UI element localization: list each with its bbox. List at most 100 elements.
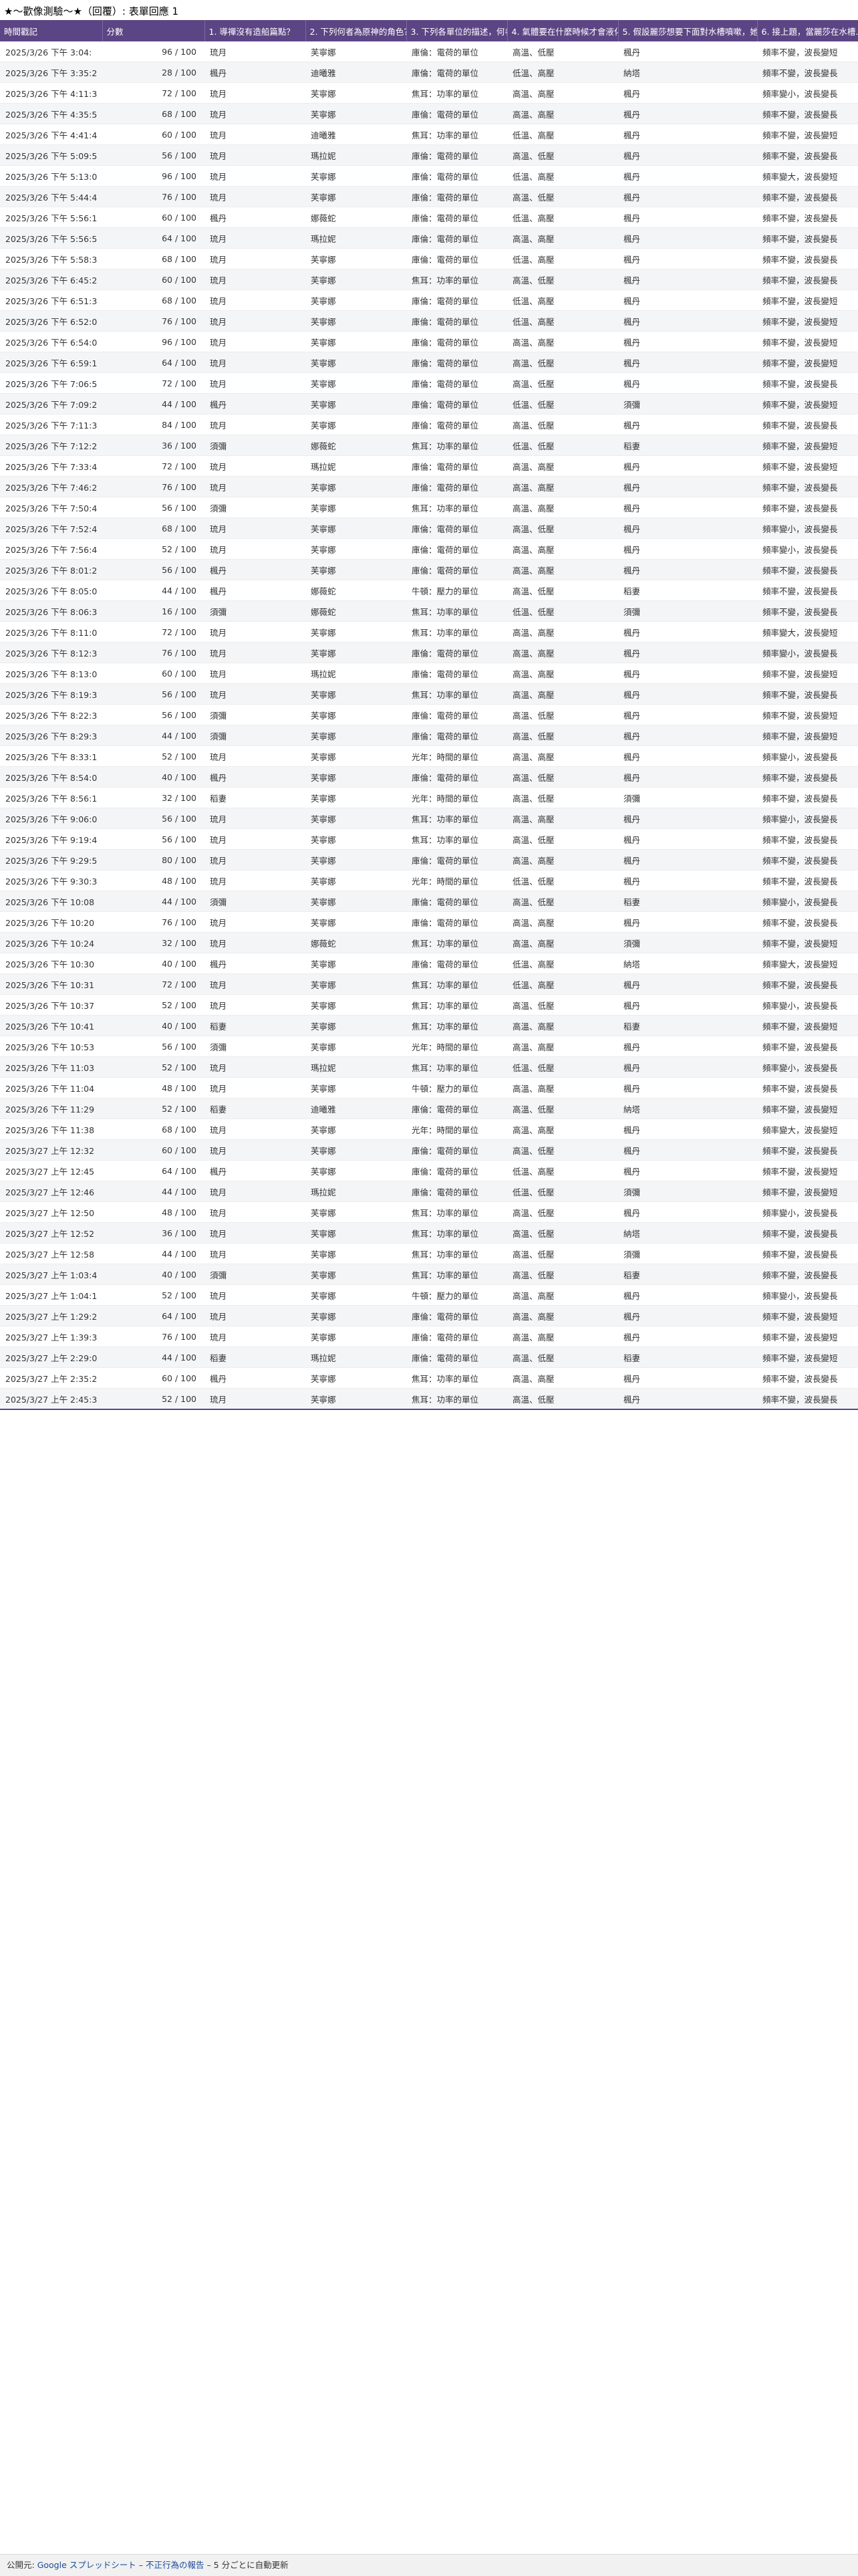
cell-q3: 庫倫：電荷的單位 xyxy=(406,207,507,228)
cell-q2: 芙寧娜 xyxy=(305,1326,406,1347)
cell-timestamp: 2025/3/26 下午 6:54:0 xyxy=(0,331,102,352)
cell-q4: 高溫、低壓 xyxy=(507,269,618,290)
cell-q4: 高溫、高壓 xyxy=(507,1077,618,1098)
cell-q2: 芙寧娜 xyxy=(305,414,406,435)
cell-q5: 楓丹 xyxy=(618,165,757,187)
cell-q5: 楓丹 xyxy=(618,455,757,477)
column-header-timestamp: 時間戳記 xyxy=(0,20,103,41)
cell-q1: 須彌 xyxy=(204,1036,305,1057)
cell-q5: 楓丹 xyxy=(618,414,757,435)
cell-q1: 須彌 xyxy=(204,1264,305,1285)
cell-q2: 芙寧娜 xyxy=(305,1264,406,1285)
table-row: 2025/3/26 下午 7:46:2 76 / 100 琉月 芙寧娜 庫倫：電荷的單位… xyxy=(0,476,858,497)
cell-timestamp: 2025/3/26 下午 3:04: xyxy=(0,41,102,62)
cell-timestamp: 2025/3/26 下午 8:13:0 xyxy=(0,663,102,684)
cell-q4: 高溫、低壓 xyxy=(507,1201,618,1223)
table-row: 2025/3/26 下午 8:33:1 52 / 100 琉月 芙寧娜 光年：時間的單位… xyxy=(0,745,858,767)
cell-timestamp: 2025/3/26 下午 5:09:5 xyxy=(0,144,102,166)
cell-q2: 芙寧娜 xyxy=(305,808,406,829)
cell-score: 76 / 100 xyxy=(102,642,204,663)
cell-q2: 芙寧娜 xyxy=(305,497,406,518)
cell-q1: 琉月 xyxy=(204,1181,305,1202)
cell-timestamp: 2025/3/26 下午 10:30 xyxy=(0,953,102,974)
cell-q3: 焦耳：功率的單位 xyxy=(406,435,507,456)
cell-q1: 琉月 xyxy=(204,144,305,166)
cell-score: 68 / 100 xyxy=(102,1119,204,1140)
cell-timestamp: 2025/3/26 下午 3:35:2 xyxy=(0,62,102,83)
cell-q6: 頻率變大，波長變短 xyxy=(757,621,858,642)
cell-q3: 焦耳：功率的單位 xyxy=(406,1056,507,1078)
cell-q2: 芙寧娜 xyxy=(305,393,406,415)
cell-timestamp: 2025/3/26 下午 7:33:4 xyxy=(0,455,102,477)
table-row: 2025/3/26 下午 5:09:5 56 / 100 琉月 瑪拉妮 庫倫：電荷的單位… xyxy=(0,144,858,166)
cell-q2: 芙寧娜 xyxy=(305,1284,406,1306)
cell-q2: 芙寧娜 xyxy=(305,849,406,870)
cell-timestamp: 2025/3/27 上午 2:45:3 xyxy=(0,1388,102,1410)
cell-q5: 楓丹 xyxy=(618,476,757,497)
cell-q6: 頻率變小，波長變長 xyxy=(757,1284,858,1306)
cell-q5: 納塔 xyxy=(618,1098,757,1119)
cell-timestamp: 2025/3/26 下午 7:52:4 xyxy=(0,517,102,539)
cell-q1: 琉月 xyxy=(204,1326,305,1347)
cell-timestamp: 2025/3/26 下午 8:06:3 xyxy=(0,600,102,622)
cell-q3: 庫倫：電荷的單位 xyxy=(406,1346,507,1368)
cell-timestamp: 2025/3/26 下午 11:29 xyxy=(0,1098,102,1119)
cell-q2: 芙寧娜 xyxy=(305,911,406,933)
cell-q2: 芙寧娜 xyxy=(305,1015,406,1036)
cell-q3: 焦耳：功率的單位 xyxy=(406,82,507,104)
cell-q2: 芙寧娜 xyxy=(305,1367,406,1389)
report-abuse-link[interactable]: 不正行為の報告 xyxy=(146,2560,204,2570)
cell-q6: 頻率不變，波長變長 xyxy=(757,1077,858,1098)
cell-q5: 楓丹 xyxy=(618,331,757,352)
cell-q4: 高溫、高壓 xyxy=(507,1305,618,1326)
footer-separator: – xyxy=(136,2560,146,2570)
cell-q5: 楓丹 xyxy=(618,1077,757,1098)
cell-timestamp: 2025/3/26 下午 7:50:4 xyxy=(0,497,102,518)
cell-score: 76 / 100 xyxy=(102,310,204,332)
cell-timestamp: 2025/3/26 下午 8:01:2 xyxy=(0,559,102,580)
cell-q5: 楓丹 xyxy=(618,704,757,725)
cell-q3: 庫倫：電荷的單位 xyxy=(406,953,507,974)
cell-timestamp: 2025/3/26 下午 6:52:0 xyxy=(0,310,102,332)
cell-q4: 低溫、低壓 xyxy=(507,393,618,415)
cell-q5: 楓丹 xyxy=(618,310,757,332)
cell-q4: 高溫、低壓 xyxy=(507,787,618,808)
cell-q2: 芙寧娜 xyxy=(305,269,406,290)
cell-q1: 楓丹 xyxy=(204,393,305,415)
cell-q6: 頻率變小，波長變長 xyxy=(757,82,858,104)
table-row: 2025/3/26 下午 7:50:4 56 / 100 須彌 芙寧娜 焦耳：功率的單位… xyxy=(0,497,858,518)
table-row: 2025/3/26 下午 8:13:0 60 / 100 琉月 瑪拉妮 庫倫：電荷的單位… xyxy=(0,663,858,684)
cell-q4: 高溫、高壓 xyxy=(507,1036,618,1057)
cell-q1: 琉月 xyxy=(204,476,305,497)
cell-q4: 低溫、低壓 xyxy=(507,1056,618,1078)
cell-q6: 頻率不變，波長變短 xyxy=(757,1098,858,1119)
cell-q4: 高溫、低壓 xyxy=(507,1264,618,1285)
cell-q2: 芙寧娜 xyxy=(305,248,406,269)
cell-timestamp: 2025/3/26 下午 9:06:0 xyxy=(0,808,102,829)
cell-score: 44 / 100 xyxy=(102,580,204,601)
cell-q3: 焦耳：功率的單位 xyxy=(406,973,507,995)
cell-q2: 瑪拉妮 xyxy=(305,227,406,249)
cell-q6: 頻率不變，波長變長 xyxy=(757,787,858,808)
cell-q3: 庫倫：電荷的單位 xyxy=(406,455,507,477)
cell-q4: 高溫、高壓 xyxy=(507,1367,618,1389)
google-sheets-link[interactable]: Google スプレッドシート xyxy=(37,2560,136,2570)
cell-q5: 須彌 xyxy=(618,600,757,622)
table-row: 2025/3/27 上午 12:50 48 / 100 琉月 芙寧娜 焦耳：功率的單位高… xyxy=(0,1201,858,1223)
cell-q6: 頻率變大，波長變短 xyxy=(757,165,858,187)
cell-q2: 芙寧娜 xyxy=(305,41,406,62)
cell-q2: 娜薇蛇 xyxy=(305,580,406,601)
cell-q6: 頻率不變，波長變短 xyxy=(757,1160,858,1181)
cell-q4: 高溫、高壓 xyxy=(507,538,618,560)
cell-q4: 高溫、高壓 xyxy=(507,683,618,705)
cell-q1: 琉月 xyxy=(204,994,305,1016)
cell-q1: 琉月 xyxy=(204,932,305,953)
cell-q1: 琉月 xyxy=(204,289,305,311)
cell-q1: 琉月 xyxy=(204,621,305,642)
cell-q1: 琉月 xyxy=(204,1139,305,1161)
table-row: 2025/3/26 下午 6:45:2 60 / 100 琉月 芙寧娜 焦耳：功率的單位… xyxy=(0,269,858,290)
cell-q2: 芙寧娜 xyxy=(305,331,406,352)
cell-q3: 光年：時間的單位 xyxy=(406,745,507,767)
cell-q2: 芙寧娜 xyxy=(305,870,406,891)
cell-q6: 頻率不變，波長變長 xyxy=(757,62,858,83)
